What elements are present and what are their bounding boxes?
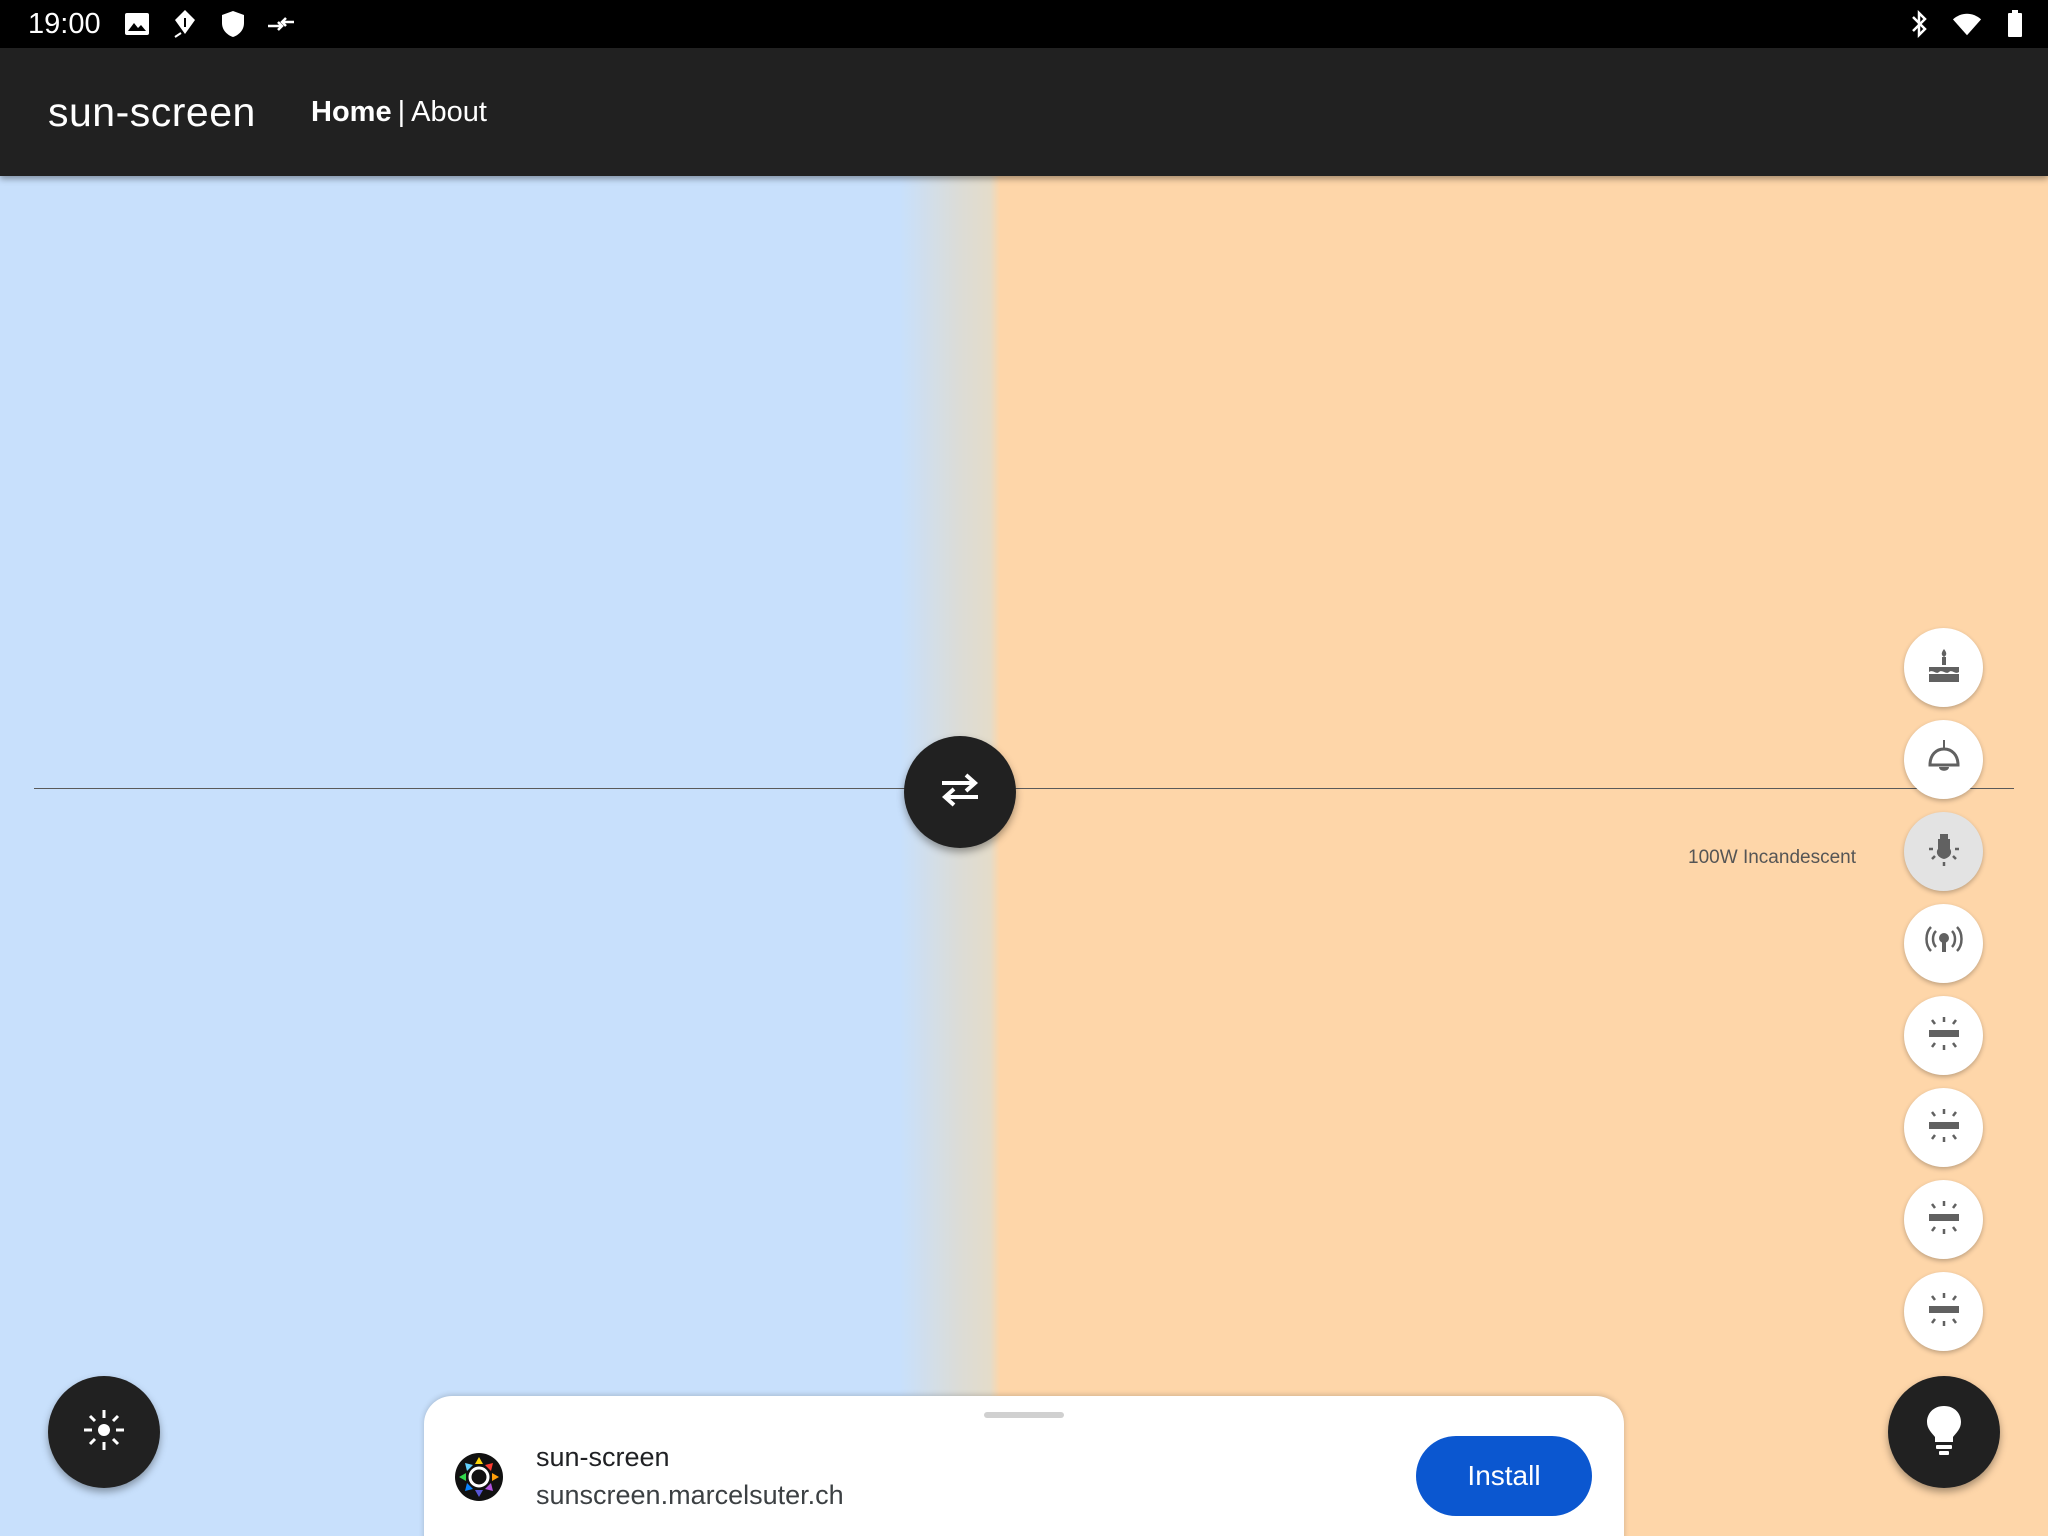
broadcast-light-icon: [1924, 921, 1964, 966]
selected-preset-label: 100W Incandescent: [1688, 847, 1856, 868]
preset-fluorescent-2-button[interactable]: [1904, 1088, 1983, 1167]
status-time: 19:00: [28, 8, 101, 40]
brightness-fab[interactable]: [48, 1376, 160, 1488]
battery-icon: [2000, 9, 2030, 39]
sheet-drag-handle[interactable]: [984, 1412, 1064, 1418]
fluorescent-tube-icon: [1924, 1289, 1964, 1334]
pen-nib-icon: [170, 9, 200, 39]
fluorescent-tube-icon: [1924, 1197, 1964, 1242]
pendant-lamp-icon: [1924, 737, 1964, 782]
preset-broadcast-button[interactable]: [1904, 904, 1983, 983]
swap-colors-button[interactable]: [904, 736, 1016, 848]
nav-about-link[interactable]: About: [411, 96, 487, 128]
status-bar: 19:00: [0, 0, 2048, 48]
lightbulb-icon: [1924, 1404, 1964, 1461]
image-icon: [122, 9, 152, 39]
preset-candle-button[interactable]: [1904, 628, 1983, 707]
left-color-pane[interactable]: [0, 176, 1024, 1536]
status-icons-right: [1904, 8, 2030, 40]
bluetooth-icon: [1904, 9, 1934, 39]
status-icons-left: [122, 8, 296, 40]
preset-fluorescent-1-button[interactable]: [1904, 996, 1983, 1075]
preset-incandescent-button[interactable]: [1904, 812, 1983, 891]
birthday-candle-icon: [1924, 645, 1964, 690]
incandescent-bulb-icon: [1924, 829, 1964, 874]
fluorescent-tube-icon: [1924, 1013, 1964, 1058]
preset-fluorescent-3-button[interactable]: [1904, 1180, 1983, 1259]
lightbulb-fab[interactable]: [1888, 1376, 2000, 1488]
install-button[interactable]: Install: [1416, 1436, 1592, 1516]
right-color-pane[interactable]: [1024, 176, 2048, 1536]
install-app-sheet: sun-screen sunscreen.marcelsuter.ch Inst…: [424, 1396, 1624, 1536]
data-transfer-icon: [266, 9, 296, 39]
sheet-app-url: sunscreen.marcelsuter.ch: [536, 1480, 844, 1510]
nav-separator: |: [397, 96, 406, 128]
horizon-line: [34, 788, 2014, 789]
shield-icon: [218, 9, 248, 39]
wifi-icon: [1952, 9, 1982, 39]
nav-home-link[interactable]: Home: [311, 96, 392, 128]
app-title: sun-screen: [48, 89, 256, 135]
nav: Home | About: [311, 93, 487, 131]
app-logo-icon: [454, 1452, 504, 1502]
swap-horizontal-icon: [938, 772, 982, 813]
fluorescent-tube-icon: [1924, 1105, 1964, 1150]
app-bar: sun-screen Home | About: [0, 48, 2048, 176]
sheet-app-name: sun-screen: [536, 1442, 670, 1472]
preset-fluorescent-4-button[interactable]: [1904, 1272, 1983, 1351]
brightness-icon: [80, 1406, 128, 1459]
preset-pendant-lamp-button[interactable]: [1904, 720, 1983, 799]
